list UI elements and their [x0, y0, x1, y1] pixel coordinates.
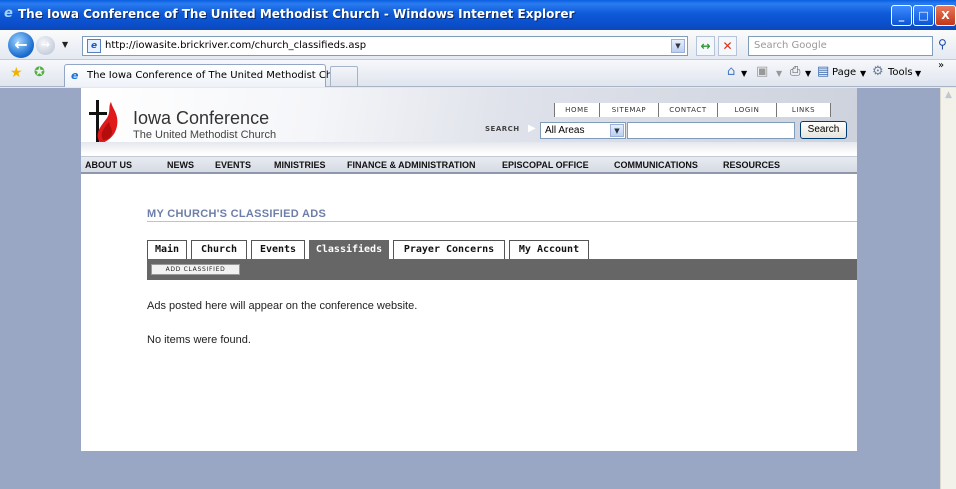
print-dropdown-icon[interactable]: ▼	[805, 69, 811, 78]
new-tab-button[interactable]	[330, 66, 358, 86]
gear-icon[interactable]: ⚙	[872, 64, 884, 79]
main-nav: ABOUT US NEWS EVENTS MINISTRIES FINANCE …	[81, 156, 857, 174]
nav-resources[interactable]: RESOURCES	[723, 160, 780, 170]
cross-and-flame-logo[interactable]	[89, 100, 121, 146]
util-link-login[interactable]: LOGIN	[718, 103, 777, 117]
page-title: MY CHURCH'S CLASSIFIED ADS	[147, 208, 327, 220]
nav-news[interactable]: NEWS	[167, 160, 194, 170]
page-icon: e	[87, 39, 101, 53]
nav-episcopal-office[interactable]: EPISCOPAL OFFICE	[502, 160, 589, 170]
tab-events[interactable]: Events	[251, 240, 305, 259]
info-message: Ads posted here will appear on the confe…	[147, 300, 418, 312]
page-menu-dropdown-icon[interactable]: ▼	[860, 69, 866, 78]
browser-search-placeholder: Search Google	[754, 40, 827, 51]
nav-about-us[interactable]: ABOUT US	[85, 160, 132, 170]
vertical-scrollbar[interactable]: ▲	[940, 88, 956, 489]
browser-tab-active[interactable]: e The Iowa Conference of The United Meth…	[64, 64, 354, 87]
browser-tab-title: The Iowa Conference of The United Method…	[87, 70, 355, 81]
search-icon[interactable]: ⚲	[938, 37, 947, 51]
maximize-button[interactable]: □	[913, 5, 934, 26]
feeds-dropdown-icon[interactable]: ▼	[776, 69, 782, 78]
favorites-star-icon[interactable]: ★	[10, 65, 23, 81]
ie-logo-icon: e	[4, 6, 13, 21]
browser-search-input[interactable]: Search Google	[748, 36, 933, 56]
browser-tabbar: ★ ✪ e The Iowa Conference of The United …	[0, 60, 956, 87]
window-title: The Iowa Conference of The United Method…	[18, 7, 575, 21]
tab-ie-icon: e	[71, 69, 79, 82]
tab-main[interactable]: Main	[147, 240, 187, 259]
browser-navbar: ← → ▼ e http://iowasite.brickriver.com/c…	[0, 30, 956, 60]
feeds-icon[interactable]: ▣	[756, 64, 768, 79]
history-dropdown-icon[interactable]: ▼	[62, 40, 68, 49]
nav-finance-administration[interactable]: FINANCE & ADMINISTRATION	[347, 160, 476, 170]
tab-my-account[interactable]: My Account	[509, 240, 589, 259]
address-bar[interactable]: e http://iowasite.brickriver.com/church_…	[82, 36, 688, 56]
add-classified-button[interactable]: ADD CLASSIFIED	[151, 264, 240, 275]
org-subtitle: The United Methodist Church	[133, 129, 277, 141]
empty-message: No items were found.	[147, 334, 251, 346]
site-header: Iowa Conference The United Methodist Chu…	[81, 88, 857, 154]
print-icon[interactable]: ⎙	[790, 64, 800, 79]
util-link-sitemap[interactable]: SITEMAP	[600, 103, 659, 117]
address-dropdown-icon[interactable]: ▼	[671, 39, 685, 53]
tab-church[interactable]: Church	[191, 240, 247, 259]
tab-classifieds[interactable]: Classifieds	[309, 240, 389, 259]
title-divider	[147, 221, 857, 222]
tools-menu-dropdown-icon[interactable]: ▼	[915, 69, 921, 78]
web-page: Iowa Conference The United Methodist Chu…	[81, 88, 857, 451]
home-icon[interactable]: ⌂	[727, 64, 735, 79]
address-url[interactable]: http://iowasite.brickriver.com/church_cl…	[105, 40, 366, 51]
search-area-value: All Areas	[545, 125, 585, 136]
refresh-button[interactable]: ↔	[696, 36, 715, 56]
scroll-up-icon[interactable]: ▲	[942, 90, 955, 103]
search-label: SEARCH	[485, 125, 520, 133]
site-search-button[interactable]: Search	[800, 121, 847, 139]
minimize-button[interactable]: _	[891, 5, 912, 26]
tools-menu[interactable]: Tools	[888, 67, 913, 78]
chevron-down-icon[interactable]: ▼	[610, 124, 624, 137]
search-arrow-icon: ▶	[528, 123, 536, 134]
site-search-input[interactable]	[627, 122, 795, 139]
nav-communications[interactable]: COMMUNICATIONS	[614, 160, 698, 170]
org-name[interactable]: Iowa Conference	[133, 108, 269, 129]
util-link-home[interactable]: HOME	[554, 103, 600, 117]
home-dropdown-icon[interactable]: ▼	[741, 69, 747, 78]
forward-button[interactable]: →	[36, 36, 55, 55]
nav-ministries[interactable]: MINISTRIES	[274, 160, 326, 170]
add-favorites-icon[interactable]: ✪	[34, 65, 45, 80]
util-link-links[interactable]: LINKS	[777, 103, 831, 117]
stop-button[interactable]: ✕	[718, 36, 737, 56]
close-button[interactable]: X	[935, 5, 956, 26]
nav-events[interactable]: EVENTS	[215, 160, 251, 170]
page-menu[interactable]: Page	[832, 67, 856, 78]
page-menu-icon[interactable]: ▤	[817, 64, 829, 79]
window-titlebar[interactable]: e The Iowa Conference of The United Meth…	[0, 0, 956, 30]
tab-toolbar	[147, 259, 857, 280]
utility-nav: HOME SITEMAP CONTACT LOGIN LINKS	[554, 103, 831, 117]
tab-prayer-concerns[interactable]: Prayer Concerns	[393, 240, 505, 259]
search-area-select[interactable]: All Areas ▼	[540, 122, 626, 139]
back-button[interactable]: ←	[8, 32, 34, 58]
util-link-contact[interactable]: CONTACT	[659, 103, 718, 117]
toolbar-overflow-icon[interactable]: »	[938, 60, 944, 71]
